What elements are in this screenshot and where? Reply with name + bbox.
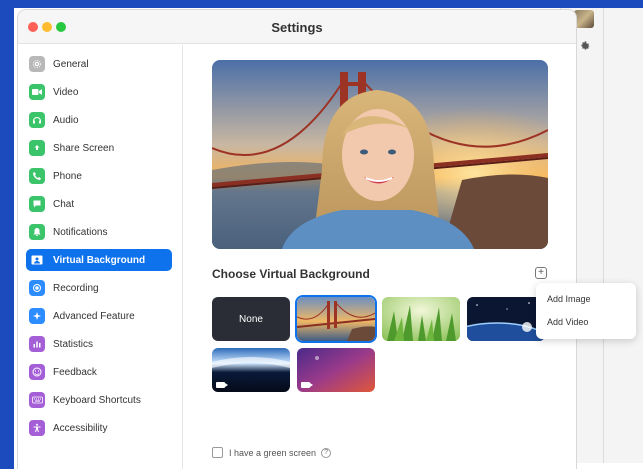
sidebar-item-statistics[interactable]: Statistics [26, 333, 172, 355]
gear-icon[interactable] [580, 40, 591, 54]
phone-icon [29, 168, 45, 184]
chat-icon [29, 196, 45, 212]
green-screen-label: I have a green screen [229, 447, 317, 458]
sidebar-item-video[interactable]: Video [26, 81, 172, 103]
camera-preview [212, 60, 548, 249]
bell-icon [29, 224, 45, 240]
add-background-menu: Add Image Add Video [536, 283, 636, 339]
sidebar-item-label: Video [53, 86, 79, 98]
thumbnail-grass[interactable] [382, 297, 460, 341]
sidebar-item-label: General [53, 58, 89, 70]
headphones-icon [29, 112, 45, 128]
thumbnail-earth-space[interactable] [467, 297, 545, 341]
statistics-icon [29, 336, 45, 352]
choose-background-title: Choose Virtual Background [212, 267, 370, 281]
sidebar-item-label: Notifications [53, 226, 108, 238]
thumbnail-earth-video[interactable] [212, 348, 290, 392]
frame-border-top [0, 0, 643, 8]
sidebar-item-keyboard-shortcuts[interactable]: Keyboard Shortcuts [26, 389, 172, 411]
sidebar-item-virtual-background[interactable]: Virtual Background [26, 249, 172, 271]
keyboard-icon [29, 392, 45, 408]
sidebar-item-chat[interactable]: Chat [26, 193, 172, 215]
help-icon[interactable]: ? [321, 447, 332, 458]
green-screen-checkbox[interactable] [212, 447, 223, 458]
gear-icon [29, 56, 45, 72]
smiley-icon [29, 364, 45, 380]
sidebar-item-label: Phone [53, 170, 82, 182]
accessibility-icon [29, 420, 45, 436]
sidebar-item-label: Statistics [53, 338, 94, 350]
video-icon [29, 84, 45, 100]
recording-icon [29, 280, 45, 296]
thumbnail-gradient-video[interactable] [297, 348, 375, 392]
virtual-background-panel: Choose Virtual Background + None I have … [184, 45, 576, 469]
sidebar-item-recording[interactable]: Recording [26, 277, 172, 299]
settings-sidebar: General Video Audio Share Screen Phone C… [18, 45, 183, 469]
sidebar-item-label: Share Screen [53, 142, 115, 154]
green-screen-option: I have a green screen ? [212, 447, 332, 458]
sidebar-item-notifications[interactable]: Notifications [26, 221, 172, 243]
sidebar-item-label: Audio [53, 114, 79, 126]
thumbnail-label: None [239, 313, 263, 325]
frame-border-left [0, 0, 14, 469]
sidebar-item-label: Accessibility [53, 422, 108, 434]
sidebar-item-accessibility[interactable]: Accessibility [26, 417, 172, 439]
sidebar-item-general[interactable]: General [26, 53, 172, 75]
sidebar-item-phone[interactable]: Phone [26, 165, 172, 187]
sidebar-item-label: Feedback [53, 366, 97, 378]
thumbnail-none[interactable]: None [212, 297, 290, 341]
title-bar: Settings [18, 10, 576, 44]
sidebar-item-label: Keyboard Shortcuts [53, 394, 141, 406]
sidebar-item-share-screen[interactable]: Share Screen [26, 137, 172, 159]
window-title: Settings [271, 20, 323, 35]
add-video-menu-item[interactable]: Add Video [547, 317, 588, 327]
sidebar-item-advanced-feature[interactable]: Advanced Feature [26, 305, 172, 327]
avatar[interactable] [574, 10, 594, 28]
share-screen-icon [29, 140, 45, 156]
sidebar-item-label: Advanced Feature [53, 310, 135, 322]
video-camera-icon [216, 382, 228, 388]
video-camera-icon [301, 382, 313, 388]
thumbnail-golden-gate[interactable] [297, 297, 375, 341]
add-image-menu-item[interactable]: Add Image [547, 294, 591, 304]
sidebar-item-feedback[interactable]: Feedback [26, 361, 172, 383]
sparkle-icon [29, 308, 45, 324]
divider [603, 8, 604, 463]
add-background-button[interactable]: + [535, 267, 547, 279]
sidebar-item-audio[interactable]: Audio [26, 109, 172, 131]
sidebar-item-label: Chat [53, 198, 75, 210]
sidebar-item-label: Recording [53, 282, 99, 294]
settings-window: Settings General Video Audio Share Scree… [18, 10, 576, 469]
sidebar-item-label: Virtual Background [53, 254, 146, 266]
virtual-background-icon [29, 252, 45, 268]
